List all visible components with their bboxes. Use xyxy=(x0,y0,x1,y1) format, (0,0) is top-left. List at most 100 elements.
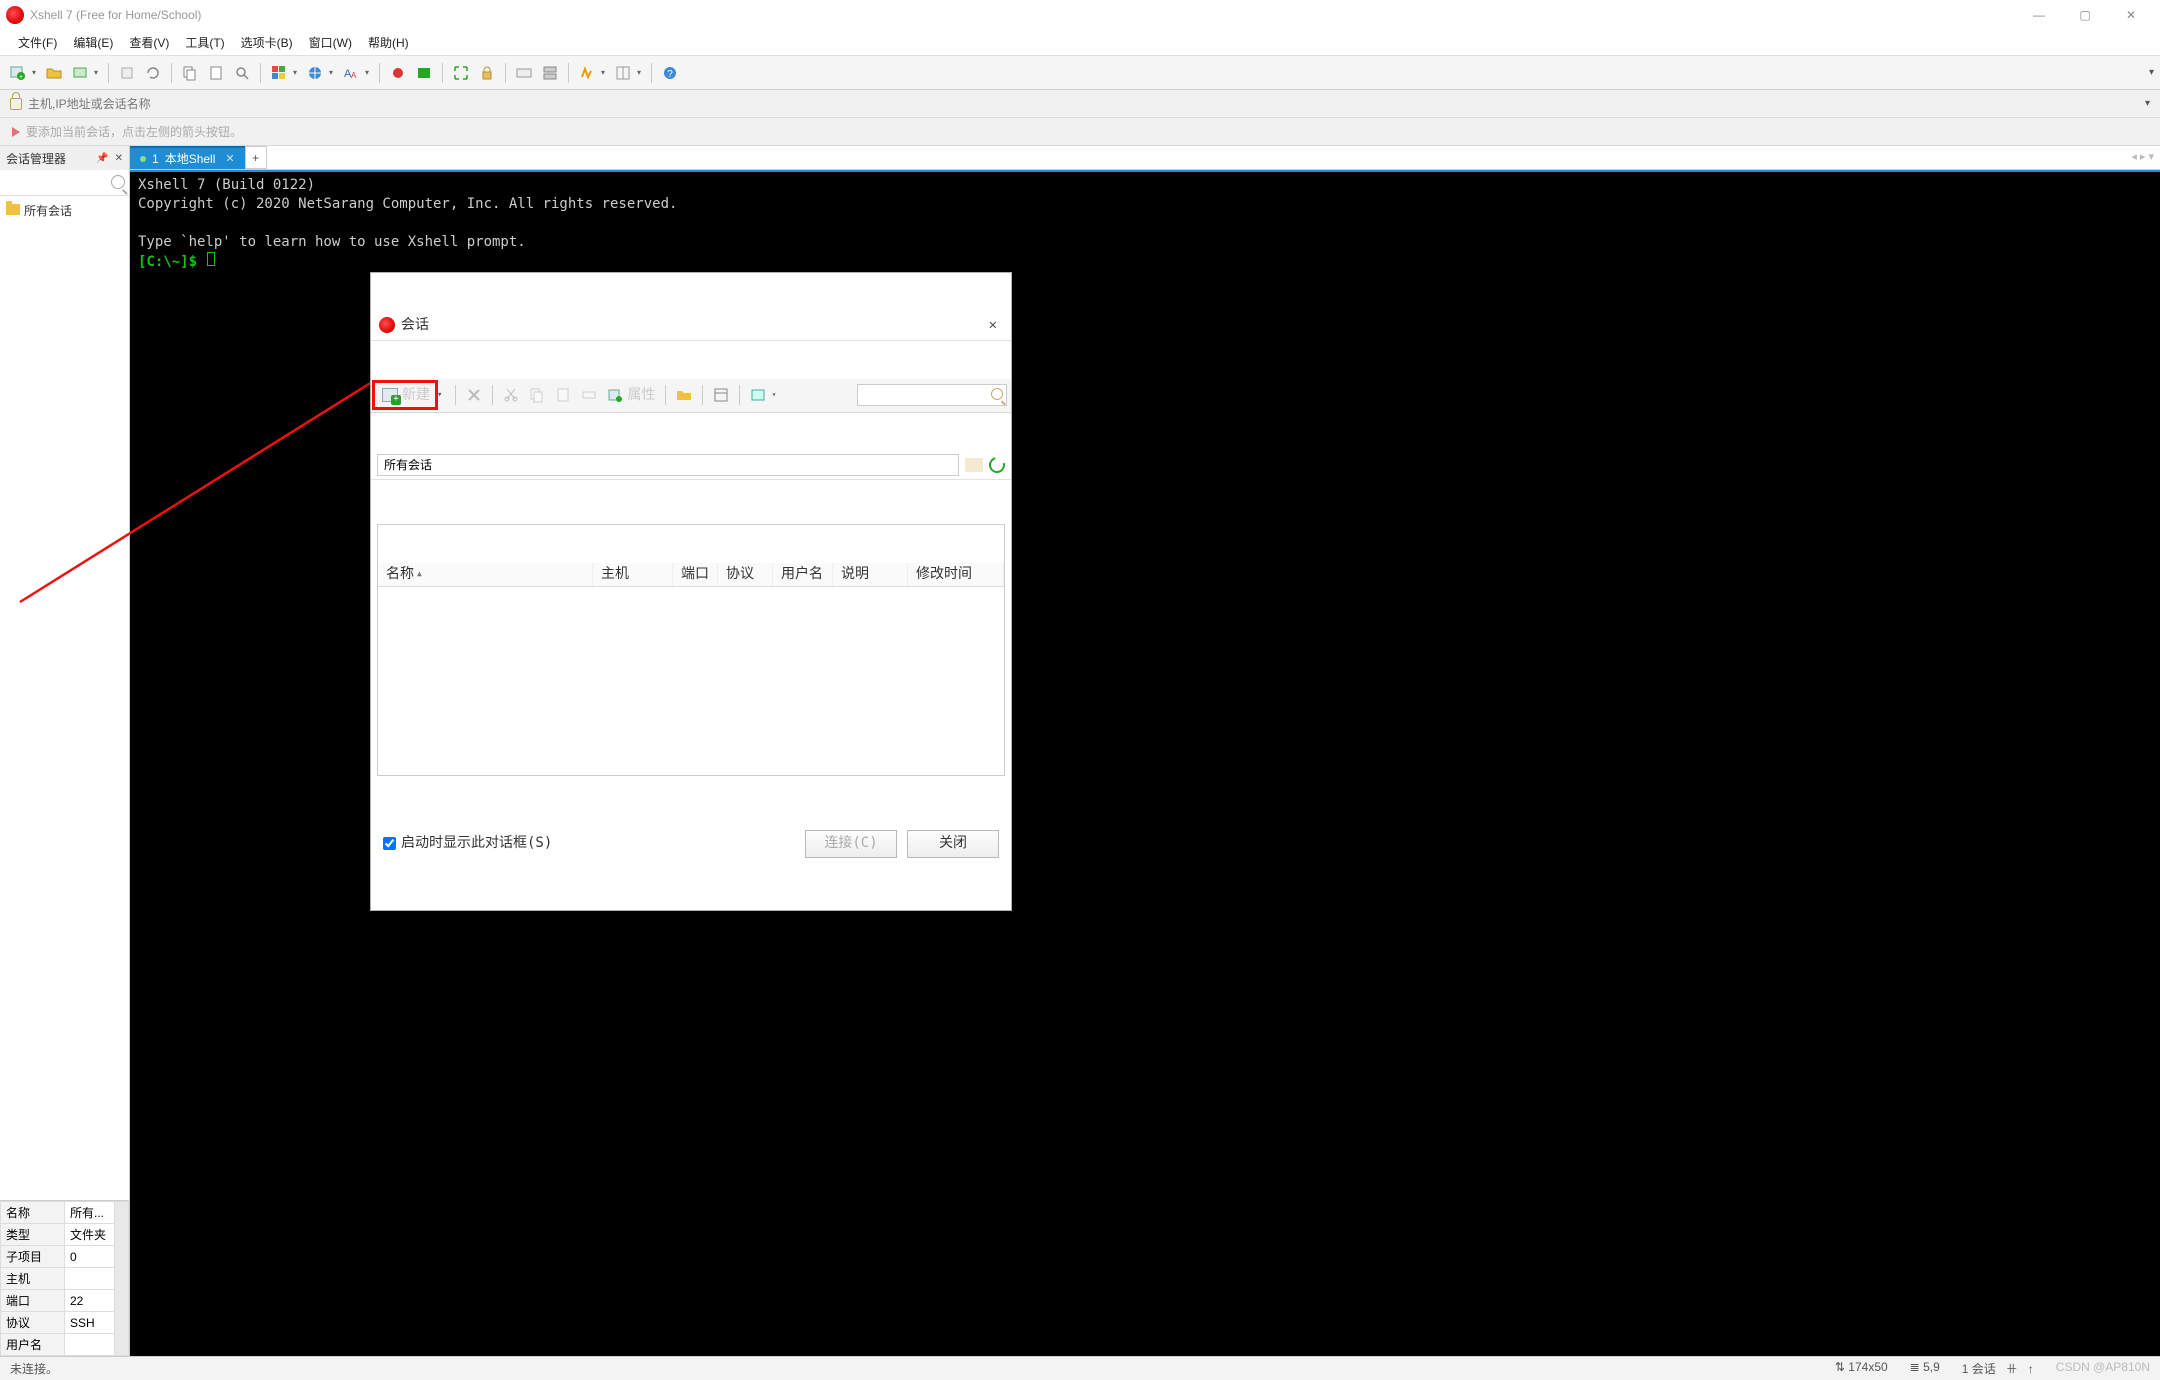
prop-key: 主机 xyxy=(1,1268,65,1290)
lock-button[interactable] xyxy=(475,61,499,85)
status-dot-icon xyxy=(140,156,146,162)
dialog-close-icon[interactable]: ✕ xyxy=(983,312,1003,339)
dialog-new-button[interactable]: 新建 xyxy=(375,382,449,408)
dialog-delete-button[interactable] xyxy=(462,383,486,407)
menu-view[interactable]: 查看(V) xyxy=(121,31,177,54)
dialog-new-folder-button[interactable] xyxy=(672,383,696,407)
tab-close-icon[interactable]: ✕ xyxy=(221,152,234,165)
cursor-icon xyxy=(207,252,215,266)
play-button[interactable] xyxy=(412,61,436,85)
toolbar-separator xyxy=(702,385,703,405)
globe-button[interactable] xyxy=(303,61,337,85)
pin-icon[interactable]: 📌 xyxy=(96,153,108,164)
terminal-line: Copyright (c) 2020 NetSarang Computer, I… xyxy=(138,196,677,212)
status-ruler-icon: ≣ 5,9 xyxy=(1910,1360,1940,1377)
prop-val: SSH xyxy=(65,1312,115,1334)
server-button[interactable] xyxy=(538,61,562,85)
open-session-button[interactable] xyxy=(42,61,66,85)
props-scrollbar[interactable] xyxy=(115,1202,129,1356)
menu-bar: 文件(F) 编辑(E) 查看(V) 工具(T) 选项卡(B) 窗口(W) 帮助(… xyxy=(0,30,2160,56)
tab-scroll-arrows[interactable]: ◂ ▸ ▾ xyxy=(2131,150,2154,163)
help-button[interactable]: ? xyxy=(658,61,682,85)
menu-help[interactable]: 帮助(H) xyxy=(360,31,417,54)
toolbar-separator xyxy=(568,63,569,83)
svg-text:?: ? xyxy=(667,69,673,80)
show-on-startup-checkbox[interactable]: 启动时显示此对话框(S) xyxy=(383,834,552,853)
menu-tools[interactable]: 工具(T) xyxy=(177,31,232,54)
record-button[interactable] xyxy=(386,61,410,85)
toolbar-separator xyxy=(455,385,456,405)
lock-icon xyxy=(10,98,22,110)
menu-tabs[interactable]: 选项卡(B) xyxy=(233,31,301,54)
reconnect-button[interactable] xyxy=(141,61,165,85)
dialog-paste-button[interactable] xyxy=(551,383,575,407)
find-button[interactable] xyxy=(230,61,254,85)
layout-button[interactable] xyxy=(611,61,645,85)
svg-text:A: A xyxy=(351,71,357,80)
col-port[interactable]: 端口 xyxy=(673,563,718,586)
prop-key: 协议 xyxy=(1,1312,65,1334)
address-placeholder[interactable]: 主机,IP地址或会话名称 xyxy=(28,95,2139,112)
address-overflow[interactable]: ▾ xyxy=(2145,98,2150,109)
connect-button[interactable] xyxy=(68,61,102,85)
keyboard-button[interactable] xyxy=(512,61,536,85)
tab-local-shell[interactable]: 1 本地Shell ✕ xyxy=(130,146,245,169)
connect-button[interactable]: 连接(C) xyxy=(805,830,897,858)
col-protocol[interactable]: 协议 xyxy=(718,563,773,586)
menu-edit[interactable]: 编辑(E) xyxy=(65,31,121,54)
prop-val: 所有... xyxy=(65,1202,115,1224)
disconnect-button[interactable] xyxy=(115,61,139,85)
dialog-search-input[interactable] xyxy=(857,384,1007,406)
font-button[interactable]: AA xyxy=(339,61,373,85)
dialog-path-bar xyxy=(371,450,1011,480)
close-window-button[interactable]: ✕ xyxy=(2108,0,2154,30)
search-icon[interactable] xyxy=(111,175,125,189)
hint-text: 要添加当前会话，点击左侧的箭头按钮。 xyxy=(26,123,242,140)
refresh-icon[interactable] xyxy=(986,454,1008,476)
palette-button[interactable] xyxy=(267,61,301,85)
dialog-session-list[interactable]: 名称▲ 主机 端口 协议 用户名 说明 修改时间 xyxy=(377,524,1005,776)
new-session-button[interactable]: + xyxy=(6,61,40,85)
paste-button[interactable] xyxy=(204,61,228,85)
dialog-copy-button[interactable] xyxy=(525,383,549,407)
fullscreen-button[interactable] xyxy=(449,61,473,85)
terminal[interactable]: Xshell 7 (Build 0122) Copyright (c) 2020… xyxy=(130,170,2160,1356)
copy-button[interactable] xyxy=(178,61,202,85)
menu-file[interactable]: 文件(F) xyxy=(10,31,65,54)
flag-icon xyxy=(12,127,20,137)
toolbar-overflow[interactable]: ▾ xyxy=(2149,67,2154,78)
highlight-button[interactable] xyxy=(575,61,609,85)
dialog-titlebar[interactable]: 会话 ✕ xyxy=(371,311,1011,341)
dialog-options-button[interactable] xyxy=(746,383,780,407)
session-search-input[interactable] xyxy=(0,170,129,195)
prop-val: 22 xyxy=(65,1290,115,1312)
dialog-rename-button[interactable] xyxy=(577,383,601,407)
list-columns: 名称▲ 主机 端口 协议 用户名 说明 修改时间 xyxy=(378,563,1004,587)
minimize-button[interactable]: — xyxy=(2016,0,2062,30)
dialog-properties-button[interactable]: 属性 xyxy=(603,382,659,408)
session-tree[interactable]: 所有会话 xyxy=(0,196,129,225)
toolbar-separator xyxy=(665,385,666,405)
col-name[interactable]: 名称▲ xyxy=(378,563,593,586)
menu-window[interactable]: 窗口(W) xyxy=(301,31,360,54)
checkbox[interactable] xyxy=(383,837,396,850)
dialog-view-button[interactable] xyxy=(709,383,733,407)
tab-label: 本地Shell xyxy=(165,150,216,167)
close-button[interactable]: 关闭 xyxy=(907,830,999,858)
session-manager-panel: 所有会话 名称所有... 类型文件夹 子项目0 主机 端口22 协议SSH 用户… xyxy=(0,170,130,1356)
close-panel-icon[interactable]: ✕ xyxy=(115,153,123,164)
col-user[interactable]: 用户名 xyxy=(773,563,833,586)
col-modified[interactable]: 修改时间 xyxy=(908,563,1004,586)
dialog-title: 会话 xyxy=(401,316,983,335)
search-icon xyxy=(991,388,1003,400)
session-manager-header: 会话管理器 📌 ✕ xyxy=(0,146,130,170)
col-desc[interactable]: 说明 xyxy=(833,563,908,586)
col-host[interactable]: 主机 xyxy=(593,563,673,586)
dialog-cut-button[interactable] xyxy=(499,383,523,407)
folder-up-icon[interactable] xyxy=(965,458,983,472)
new-tab-button[interactable]: + xyxy=(245,146,267,169)
maximize-button[interactable]: ▢ xyxy=(2062,0,2108,30)
dialog-path-input[interactable] xyxy=(377,454,959,476)
app-logo-icon xyxy=(379,317,395,333)
status-cursor-pos: 5,9 xyxy=(1923,1360,1940,1374)
